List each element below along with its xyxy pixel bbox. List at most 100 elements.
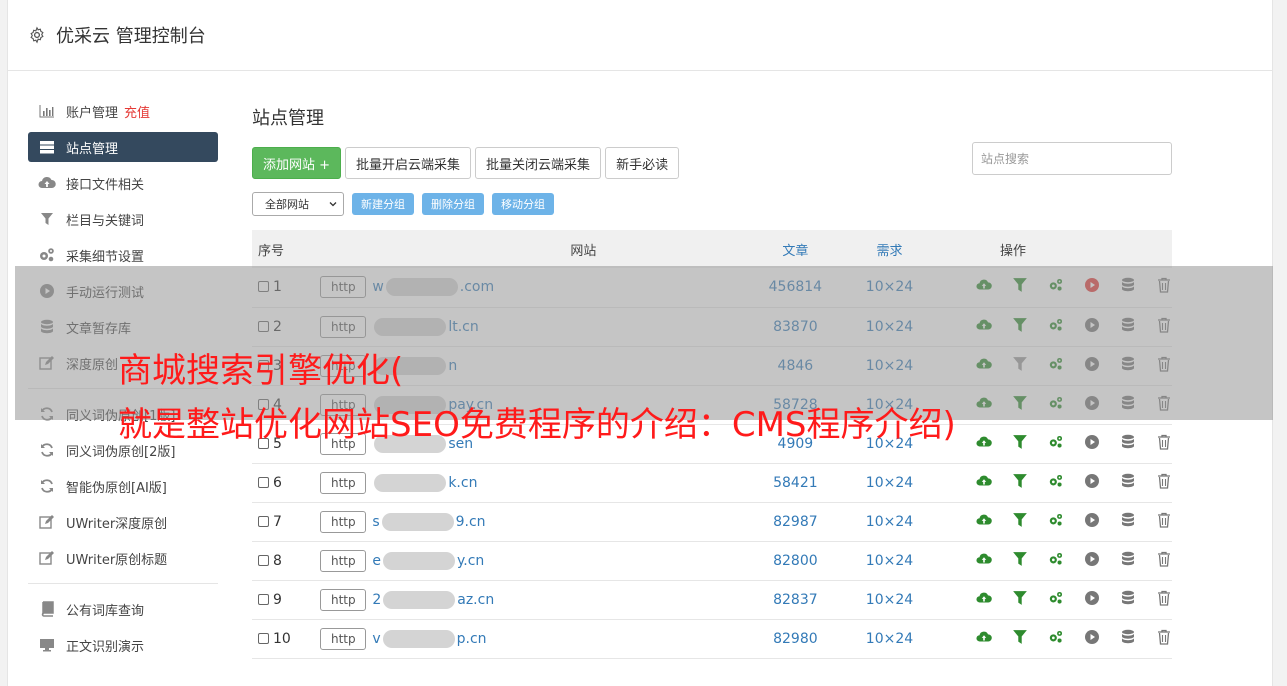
demand-value[interactable]: 10×24	[847, 307, 932, 347]
protocol-badge[interactable]: http	[320, 588, 367, 611]
article-count[interactable]: 4909	[743, 424, 848, 464]
article-count[interactable]: 82980	[743, 619, 848, 659]
play-circle-icon[interactable]	[1084, 317, 1100, 333]
article-count[interactable]: 82800	[743, 541, 848, 581]
site-domain-prefix[interactable]: e	[372, 553, 381, 569]
trash-icon[interactable]	[1156, 512, 1172, 528]
demand-value[interactable]: 10×24	[847, 385, 932, 425]
row-checkbox[interactable]	[258, 281, 269, 293]
demand-value[interactable]: 10×24	[847, 424, 932, 464]
cloud-upload-icon[interactable]	[976, 317, 992, 333]
trash-icon[interactable]	[1156, 590, 1172, 606]
site-domain-suffix[interactable]: p.cn	[457, 631, 487, 647]
trash-icon[interactable]	[1156, 317, 1172, 333]
row-checkbox[interactable]	[258, 398, 269, 410]
protocol-badge[interactable]: http	[320, 432, 367, 455]
cloud-upload-icon[interactable]	[976, 473, 992, 489]
site-domain-suffix[interactable]: 9.cn	[456, 514, 486, 530]
trash-icon[interactable]	[1156, 473, 1172, 489]
sidebar-item-uwriter-title[interactable]: UWriter原创标题	[28, 543, 218, 573]
protocol-badge[interactable]: http	[320, 393, 367, 416]
play-circle-icon[interactable]	[1084, 395, 1100, 411]
sidebar-item-ai-rewrite[interactable]: 智能伪原创[AI版]	[28, 471, 218, 501]
row-checkbox[interactable]	[258, 476, 269, 488]
database-icon[interactable]	[1120, 395, 1136, 411]
sidebar-item-sites[interactable]: 站点管理	[28, 132, 218, 162]
database-icon[interactable]	[1120, 473, 1136, 489]
cloud-upload-icon[interactable]	[976, 551, 992, 567]
trash-icon[interactable]	[1156, 277, 1172, 293]
newbie-guide-button[interactable]: 新手必读	[605, 147, 680, 179]
sidebar-item-collect-settings[interactable]: 采集细节设置	[28, 240, 218, 270]
cloud-upload-icon[interactable]	[976, 277, 992, 293]
filter-icon[interactable]	[1012, 434, 1028, 450]
protocol-badge[interactable]: http	[320, 627, 367, 650]
row-checkbox[interactable]	[258, 437, 269, 449]
sidebar-item-account[interactable]: 账户管理 充值	[28, 96, 218, 126]
sidebar-item-interface[interactable]: 接口文件相关	[28, 168, 218, 198]
protocol-badge[interactable]: http	[320, 471, 367, 494]
recharge-link[interactable]: 充值	[124, 102, 150, 121]
row-checkbox[interactable]	[258, 320, 269, 332]
database-icon[interactable]	[1120, 356, 1136, 372]
sidebar-item-deep-original[interactable]: 深度原创	[28, 348, 218, 378]
play-circle-icon[interactable]	[1084, 629, 1100, 645]
site-domain-prefix[interactable]: w	[372, 279, 383, 295]
play-circle-icon[interactable]	[1084, 356, 1100, 372]
filter-icon[interactable]	[1012, 277, 1028, 293]
protocol-badge[interactable]: http	[320, 549, 367, 572]
database-icon[interactable]	[1120, 512, 1136, 528]
site-domain-suffix[interactable]: n	[448, 358, 457, 374]
site-domain-suffix[interactable]: pay.cn	[448, 397, 493, 413]
article-count[interactable]: 83870	[743, 307, 848, 347]
cloud-upload-icon[interactable]	[976, 395, 992, 411]
trash-icon[interactable]	[1156, 434, 1172, 450]
cogs-icon[interactable]	[1048, 395, 1064, 411]
site-domain-suffix[interactable]: .com	[460, 279, 494, 295]
site-domain-suffix[interactable]: sen	[448, 436, 473, 452]
article-count[interactable]: 456814	[743, 268, 848, 308]
row-checkbox[interactable]	[258, 515, 269, 527]
cloud-upload-icon[interactable]	[976, 434, 992, 450]
sidebar-item-synonym-v1[interactable]: 同义词伪原创[1版]	[28, 399, 218, 429]
site-domain-prefix[interactable]: s	[372, 514, 379, 530]
site-search-input[interactable]: 站点搜索	[972, 142, 1172, 175]
database-icon[interactable]	[1120, 434, 1136, 450]
protocol-badge[interactable]: http	[320, 354, 367, 377]
sidebar-item-public-lexicon[interactable]: 公有词库查询	[28, 594, 218, 624]
site-domain-suffix[interactable]: k.cn	[448, 475, 477, 491]
filter-icon[interactable]	[1012, 317, 1028, 333]
play-circle-icon[interactable]	[1084, 590, 1100, 606]
filter-icon[interactable]	[1012, 473, 1028, 489]
cogs-icon[interactable]	[1048, 317, 1064, 333]
demand-value[interactable]: 10×24	[847, 463, 932, 503]
filter-icon[interactable]	[1012, 356, 1028, 372]
delete-group-button[interactable]: 删除分组	[422, 193, 484, 215]
sidebar-item-text-recognition[interactable]: 正文识别演示	[28, 630, 218, 660]
site-domain-prefix[interactable]: v	[372, 631, 380, 647]
sidebar-item-synonym-v2[interactable]: 同义词伪原创[2版]	[28, 435, 218, 465]
database-icon[interactable]	[1120, 317, 1136, 333]
sidebar-item-article-store[interactable]: 文章暂存库	[28, 312, 218, 342]
database-icon[interactable]	[1120, 551, 1136, 567]
database-icon[interactable]	[1120, 277, 1136, 293]
protocol-badge[interactable]: http	[320, 315, 367, 338]
batch-open-cloud-button[interactable]: 批量开启云端采集	[345, 147, 472, 179]
play-circle-icon[interactable]	[1084, 512, 1100, 528]
cloud-upload-icon[interactable]	[976, 512, 992, 528]
database-icon[interactable]	[1120, 590, 1136, 606]
article-count[interactable]: 58421	[743, 463, 848, 503]
demand-value[interactable]: 10×24	[847, 268, 932, 308]
play-circle-icon[interactable]	[1084, 277, 1100, 293]
sidebar-item-columns[interactable]: 栏目与关键词	[28, 204, 218, 234]
demand-value[interactable]: 10×24	[847, 502, 932, 542]
site-domain-suffix[interactable]: lt.cn	[448, 319, 478, 335]
demand-value[interactable]: 10×24	[847, 619, 932, 659]
cogs-icon[interactable]	[1048, 434, 1064, 450]
cloud-upload-icon[interactable]	[976, 590, 992, 606]
cogs-icon[interactable]	[1048, 512, 1064, 528]
site-domain-suffix[interactable]: az.cn	[457, 592, 494, 608]
play-circle-icon[interactable]	[1084, 434, 1100, 450]
cogs-icon[interactable]	[1048, 277, 1064, 293]
new-group-button[interactable]: 新建分组	[352, 193, 414, 215]
